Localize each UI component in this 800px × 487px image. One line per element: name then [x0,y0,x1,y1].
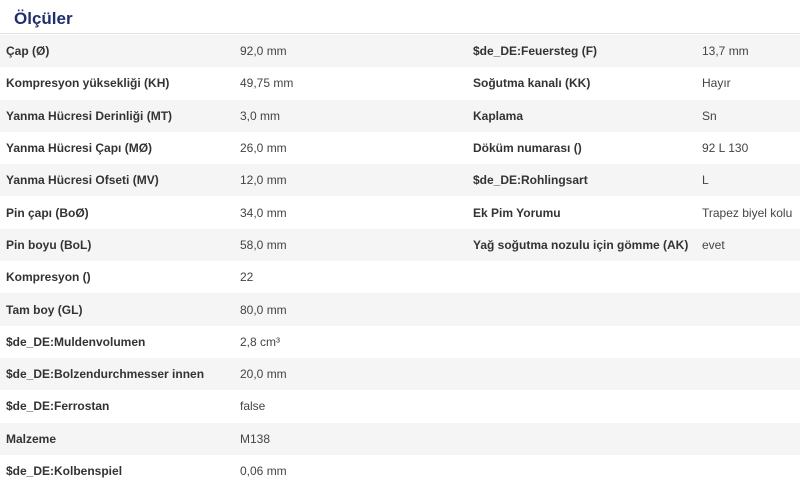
table-row: Tam boy (GL) 80,0 mm [0,293,465,326]
table-row-empty [465,325,800,358]
table-row: Yanma Hücresi Çapı (MØ) 26,0 mm [0,131,465,165]
row-label: Yağ soğutma nozulu için gömme (AK) [473,237,689,252]
table-row: Döküm numarası () 92 L 130 [465,131,800,165]
row-value: 92,0 mm [240,44,287,59]
row-value: 2,8 cm³ [240,334,281,349]
table-row: $de_DE:Feuersteg (F) 13,7 mm [465,35,800,68]
row-label: $de_DE:Ferrostan [6,399,110,414]
table-row: Pin boyu (BoL) 58,0 mm [0,228,465,262]
row-label: Döküm numarası () [473,141,582,156]
row-label: Malzeme [6,431,57,446]
section-title: Ölçüler [0,0,800,34]
table-row-empty [465,357,800,391]
row-value: M138 [240,431,271,446]
table-row: Pin çapı (BoØ) 34,0 mm [0,196,465,229]
table-row: Malzeme M138 [0,422,465,455]
row-value: evet [702,237,725,252]
table-row-empty [465,454,800,487]
row-label: Tam boy (GL) [6,302,83,317]
row-label: Kaplama [473,108,524,123]
row-label: Pin çapı (BoØ) [6,205,89,220]
table-row: $de_DE:Ferrostan false [0,390,465,423]
row-value: Sn [702,108,717,123]
table-row: Kompresyon yüksekliği (KH) 49,75 mm [0,67,465,100]
row-label: $de_DE:Kolbenspiel [6,464,123,478]
table-row: Soğutma kanalı (KK) Hayır [465,67,800,100]
table-row: $de_DE:Muldenvolumen 2,8 cm³ [0,325,465,358]
row-value: 20,0 mm [240,367,287,382]
row-label: $de_DE:Muldenvolumen [6,334,146,349]
dimensions-table: Çap (Ø) 92,0 mm Kompresyon yüksekliği (KH… [0,34,800,487]
table-row: Ek Pim Yorumu Trapez biyel kolu [465,196,800,229]
row-value: Trapez biyel kolu [702,205,793,220]
row-value: false [240,399,266,414]
row-value: 12,0 mm [240,173,287,188]
row-label: Yanma Hücresi Çapı (MØ) [6,141,153,156]
right-column: $de_DE:Feuersteg (F) 13,7 mm Soğutma kana… [465,35,800,487]
row-value: L [702,173,709,188]
table-row: $de_DE:Kolbenspiel 0,06 mm [0,454,465,487]
table-row-empty [465,293,800,326]
row-value: 92 L 130 [702,141,749,156]
row-label: $de_DE:Rohlingsart [473,173,588,188]
table-row: Kaplama Sn [465,99,800,132]
table-row: Yağ soğutma nozulu için gömme (AK) evet [465,228,800,262]
row-value: 22 [240,270,254,285]
table-row-empty [465,261,800,294]
row-value: 49,75 mm [240,76,294,91]
row-label: Kompresyon yüksekliği (KH) [6,76,170,91]
row-label: Soğutma kanalı (KK) [473,76,591,91]
row-label: Ek Pim Yorumu [473,205,561,220]
left-column: Çap (Ø) 92,0 mm Kompresyon yüksekliği (KH… [0,35,465,487]
table-row: Yanma Hücresi Ofseti (MV) 12,0 mm [0,164,465,197]
table-row: $de_DE:Bolzendurchmesser innen 20,0 mm [0,357,465,391]
row-label: $de_DE:Feuersteg (F) [473,44,598,59]
table-row-empty [465,422,800,455]
row-value: 58,0 mm [240,237,287,252]
row-label: Yanma Hücresi Ofseti (MV) [6,173,159,188]
row-value: 34,0 mm [240,205,287,220]
table-row: Kompresyon () 22 [0,261,465,294]
table-row: $de_DE:Rohlingsart L [465,164,800,197]
row-value: 80,0 mm [240,302,287,317]
row-label: Yanma Hücresi Derinliği (MT) [6,108,173,123]
row-label: Pin boyu (BoL) [6,237,92,252]
row-value: 3,0 mm [240,108,281,123]
row-value: 13,7 mm [702,44,749,59]
row-label: $de_DE:Bolzendurchmesser innen [6,367,205,382]
row-value: Hayır [702,76,731,91]
row-label: Kompresyon () [6,270,91,285]
table-row: Yanma Hücresi Derinliği (MT) 3,0 mm [0,99,465,132]
table-row: Çap (Ø) 92,0 mm [0,35,465,68]
table-row-empty [465,390,800,423]
row-value: 26,0 mm [240,141,287,156]
row-label: Çap (Ø) [6,44,50,59]
row-value: 0,06 mm [240,464,287,478]
